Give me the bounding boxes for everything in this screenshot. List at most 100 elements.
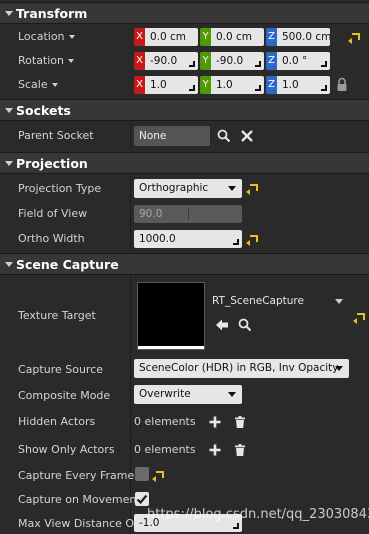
ortho-width-label: Ortho Width <box>18 232 85 245</box>
field-of-view-label: Field of View <box>18 207 88 220</box>
scale-row: Scale X 1.0 Y 1.0 Z 1.0 <box>0 73 369 97</box>
scene-capture-section-header[interactable]: Scene Capture <box>0 253 369 275</box>
texture-target-label: Texture Target <box>18 309 96 322</box>
reset-arrow-icon[interactable] <box>348 33 360 44</box>
capture-every-frame-label: Capture Every Frame <box>18 469 135 482</box>
hidden-actors-row: Hidden Actors 0 elements <box>0 408 369 435</box>
axis-x-tag: X <box>134 52 145 70</box>
resize-corner-icon <box>233 523 239 529</box>
chevron-down-icon <box>335 299 343 304</box>
section-title: Scene Capture <box>16 257 119 272</box>
rotation-label[interactable]: Rotation <box>18 54 75 67</box>
projection-type-value: Orthographic <box>139 182 209 194</box>
axis-z-tag: Z <box>266 52 277 70</box>
field-of-view-slider: 90.0 <box>134 205 242 223</box>
capture-on-movement-checkbox[interactable] <box>135 492 149 506</box>
search-icon[interactable] <box>238 318 252 332</box>
location-z-field[interactable]: Z 500.0 cm <box>266 28 330 46</box>
capture-every-frame-row: Capture Every Frame <box>0 462 369 487</box>
column-divider <box>130 226 131 251</box>
axis-y-tag: Y <box>200 28 211 46</box>
resize-corner-icon <box>233 239 239 245</box>
chevron-down-icon <box>51 83 58 87</box>
projection-section-header[interactable]: Projection <box>0 152 369 174</box>
parent-socket-row: Parent Socket None <box>0 122 369 150</box>
transform-section-header[interactable]: Transform <box>0 2 369 24</box>
column-divider <box>130 382 131 408</box>
capture-source-value: SceneColor (HDR) in RGB, Inv Opacity <box>139 362 339 374</box>
location-label[interactable]: Location <box>18 30 75 43</box>
ortho-width-field[interactable]: 1000.0 <box>134 230 242 248</box>
collapse-arrow-icon[interactable] <box>5 161 13 166</box>
capture-source-label: Capture Source <box>18 363 104 376</box>
location-x-value[interactable]: 0.0 cm <box>145 28 198 46</box>
collapse-arrow-icon[interactable] <box>5 262 13 267</box>
rotation-y-field[interactable]: Y -90.0 <box>200 52 264 70</box>
ortho-width-value: 1000.0 <box>139 233 176 245</box>
collapse-arrow-icon[interactable] <box>5 108 13 113</box>
location-y-value[interactable]: 0.0 cm <box>211 28 264 46</box>
texture-thumbnail[interactable] <box>137 282 205 350</box>
column-divider <box>130 435 131 462</box>
plus-icon[interactable] <box>208 415 222 429</box>
reset-arrow-icon[interactable] <box>353 313 365 324</box>
reset-arrow-icon[interactable] <box>152 471 164 482</box>
max-view-distance-field[interactable]: -1.0 <box>134 514 242 532</box>
thumbnail-bar <box>138 346 204 349</box>
location-row: Location X 0.0 cm Y 0.0 cm Z 500.0 cm <box>0 25 369 49</box>
trash-icon[interactable] <box>233 415 247 429</box>
location-z-value[interactable]: 500.0 cm <box>277 28 330 46</box>
composite-mode-value: Overwrite <box>139 388 191 400</box>
scale-z-field[interactable]: Z 1.0 <box>266 76 330 94</box>
chevron-down-icon <box>335 366 343 371</box>
reset-arrow-icon[interactable] <box>246 184 258 195</box>
rotation-z-field[interactable]: Z 0.0 ° <box>266 52 330 70</box>
location-x-field[interactable]: X 0.0 cm <box>134 28 198 46</box>
column-divider <box>130 408 131 435</box>
axis-y-tag: Y <box>200 52 211 70</box>
texture-target-dropdown[interactable]: RT_SceneCapture <box>208 292 349 311</box>
section-title: Projection <box>16 156 88 171</box>
composite-mode-dropdown[interactable]: Overwrite <box>134 385 242 404</box>
capture-source-row: Capture Source SceneColor (HDR) in RGB, … <box>0 356 369 382</box>
capture-source-dropdown[interactable]: SceneColor (HDR) in RGB, Inv Opacity <box>134 359 349 378</box>
axis-z-tag: Z <box>266 28 277 46</box>
projection-type-dropdown[interactable]: Orthographic <box>134 179 242 198</box>
slider-thumb <box>188 208 189 220</box>
max-view-distance-row: Max View Distance Ov -1.0 <box>0 511 369 534</box>
collapse-arrow-icon[interactable] <box>5 11 13 16</box>
projection-type-label: Projection Type <box>18 182 102 195</box>
lock-icon[interactable] <box>336 77 348 92</box>
field-of-view-row: Field of View 90.0 <box>0 201 369 226</box>
composite-mode-label: Composite Mode <box>18 389 111 402</box>
texture-target-value: RT_SceneCapture <box>212 295 304 307</box>
resize-corner-icon <box>189 85 195 91</box>
close-icon[interactable] <box>240 129 254 143</box>
max-view-distance-value: -1.0 <box>139 517 160 529</box>
plus-icon[interactable] <box>208 443 222 457</box>
axis-y-tag: Y <box>200 76 211 94</box>
sockets-section-header[interactable]: Sockets <box>0 99 369 121</box>
location-y-field[interactable]: Y 0.0 cm <box>200 28 264 46</box>
scale-y-field[interactable]: Y 1.0 <box>200 76 264 94</box>
parent-socket-field[interactable]: None <box>134 126 210 146</box>
rotation-x-field[interactable]: X -90.0 <box>134 52 198 70</box>
texture-target-row: Texture Target RT_SceneCapture <box>0 276 369 354</box>
capture-on-movement-row: Capture on Movement <box>0 487 369 511</box>
chevron-down-icon <box>68 35 75 39</box>
search-icon[interactable] <box>217 129 231 143</box>
show-only-actors-count: 0 elements <box>134 443 196 456</box>
arrow-left-icon[interactable] <box>215 318 229 332</box>
capture-on-movement-label: Capture on Movement <box>18 493 141 506</box>
trash-icon[interactable] <box>233 443 247 457</box>
reset-arrow-icon[interactable] <box>246 235 258 246</box>
hidden-actors-label: Hidden Actors <box>18 415 96 428</box>
capture-every-frame-checkbox[interactable] <box>135 467 149 481</box>
axis-z-tag: Z <box>266 76 277 94</box>
scale-x-field[interactable]: X 1.0 <box>134 76 198 94</box>
rotation-row: Rotation X -90.0 Y -90.0 Z 0.0 ° <box>0 49 369 73</box>
resize-corner-icon <box>321 85 327 91</box>
section-title: Transform <box>16 6 88 21</box>
parent-socket-label: Parent Socket <box>18 129 94 142</box>
scale-label[interactable]: Scale <box>18 78 58 91</box>
